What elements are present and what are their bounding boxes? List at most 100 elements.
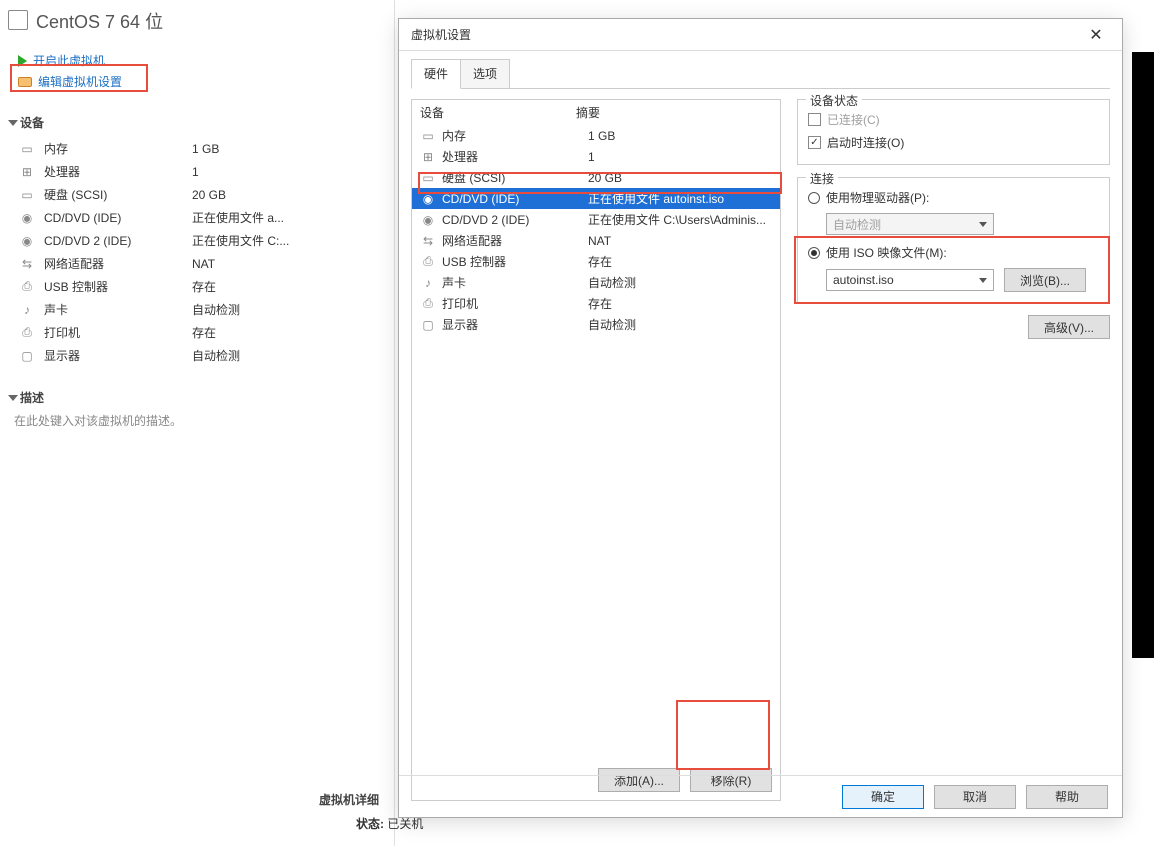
devices-list: 内存 1 GB 处理器 1 硬盘 (SCSI) 20 GB CD/DVD (ID…: [10, 137, 394, 367]
device-row[interactable]: 打印机 存在: [18, 321, 394, 344]
browse-button[interactable]: 浏览(B)...: [1004, 268, 1086, 292]
tab-options[interactable]: 选项: [460, 59, 510, 89]
device-name: 声卡: [44, 301, 184, 318]
device-row[interactable]: 网络适配器 NAT: [18, 252, 394, 275]
hardware-row[interactable]: USB 控制器 存在: [412, 251, 780, 272]
hw-summary: 存在: [588, 295, 772, 312]
hw-summary: 自动检测: [588, 274, 772, 291]
device-icon: [420, 234, 436, 248]
wrench-icon: [18, 77, 32, 87]
dialog-title: 虚拟机设置: [411, 26, 471, 43]
hardware-row[interactable]: CD/DVD (IDE) 正在使用文件 autoinst.iso: [412, 188, 780, 209]
hardware-list-header: 设备 摘要: [412, 100, 780, 125]
device-name: 网络适配器: [44, 255, 184, 272]
power-on-label: 开启此虚拟机: [33, 52, 105, 69]
device-icon: [18, 303, 36, 317]
hardware-list-pane: 设备 摘要 内存 1 GB 处理器 1 硬盘 (SCSI) 20 GB CD/D…: [411, 99, 781, 801]
edit-settings-link[interactable]: 编辑虚拟机设置: [18, 71, 394, 92]
console-area: [1132, 52, 1154, 658]
connection-group: 连接 使用物理驱动器(P): 自动检测 使用 ISO 映像文件(M): auto…: [797, 177, 1110, 303]
hw-summary: 存在: [588, 253, 772, 270]
hw-summary: NAT: [588, 234, 772, 248]
hardware-row[interactable]: 显示器 自动检测: [412, 314, 780, 335]
device-icon: [420, 150, 436, 164]
device-row[interactable]: 内存 1 GB: [18, 137, 394, 160]
hw-name: 网络适配器: [442, 232, 582, 249]
hw-summary: 正在使用文件 C:\Users\Adminis...: [588, 211, 772, 228]
device-value: NAT: [192, 257, 215, 271]
device-row[interactable]: 声卡 自动检测: [18, 298, 394, 321]
device-row[interactable]: CD/DVD 2 (IDE) 正在使用文件 C:...: [18, 229, 394, 252]
cancel-button[interactable]: 取消: [934, 785, 1016, 809]
description-header[interactable]: 描述: [10, 389, 394, 406]
device-icon: [18, 326, 36, 340]
iso-path-combo[interactable]: autoinst.iso: [826, 269, 994, 291]
hw-name: 声卡: [442, 274, 582, 291]
dialog-titlebar[interactable]: 虚拟机设置 ✕: [399, 19, 1122, 51]
ok-button[interactable]: 确定: [842, 785, 924, 809]
dialog-footer: 确定 取消 帮助: [399, 775, 1122, 817]
device-name: 处理器: [44, 163, 184, 180]
close-button[interactable]: ✕: [1076, 21, 1116, 49]
hardware-row[interactable]: 网络适配器 NAT: [412, 230, 780, 251]
device-icon: [18, 165, 36, 179]
power-on-link[interactable]: 开启此虚拟机: [18, 50, 394, 71]
hw-name: 内存: [442, 127, 582, 144]
vm-settings-dialog: 虚拟机设置 ✕ 硬件 选项 设备 摘要 内存 1 GB 处理器 1 硬盘 (SC…: [398, 18, 1123, 818]
hardware-row[interactable]: 声卡 自动检测: [412, 272, 780, 293]
hw-name: CD/DVD (IDE): [442, 192, 582, 206]
device-name: 打印机: [44, 324, 184, 341]
device-value: 1: [192, 165, 199, 179]
device-icon: [18, 257, 36, 271]
devices-header[interactable]: 设备: [10, 114, 394, 131]
hardware-row[interactable]: 内存 1 GB: [412, 125, 780, 146]
advanced-button[interactable]: 高级(V)...: [1028, 315, 1110, 339]
hardware-list[interactable]: 内存 1 GB 处理器 1 硬盘 (SCSI) 20 GB CD/DVD (ID…: [412, 125, 780, 760]
hardware-row[interactable]: 硬盘 (SCSI) 20 GB: [412, 167, 780, 188]
hw-name: USB 控制器: [442, 253, 582, 270]
device-name: 硬盘 (SCSI): [44, 186, 184, 203]
collapse-icon: [8, 120, 18, 126]
device-icon: [420, 213, 436, 227]
vm-summary-panel: CentOS 7 64 位 开启此虚拟机 编辑虚拟机设置 设备 内存 1 GB …: [0, 0, 395, 846]
device-state-legend: 设备状态: [806, 92, 862, 109]
tab-hardware[interactable]: 硬件: [411, 59, 461, 89]
use-iso-radio[interactable]: 使用 ISO 映像文件(M):: [808, 241, 1099, 264]
device-icon: [420, 255, 436, 269]
device-row[interactable]: CD/DVD (IDE) 正在使用文件 a...: [18, 206, 394, 229]
hw-name: 显示器: [442, 316, 582, 333]
hw-summary: 1: [588, 150, 772, 164]
device-name: 内存: [44, 140, 184, 157]
device-row[interactable]: 显示器 自动检测: [18, 344, 394, 367]
device-row[interactable]: USB 控制器 存在: [18, 275, 394, 298]
device-name: CD/DVD (IDE): [44, 211, 184, 225]
hardware-row[interactable]: CD/DVD 2 (IDE) 正在使用文件 C:\Users\Adminis..…: [412, 209, 780, 230]
device-value: 存在: [192, 324, 216, 341]
checkbox-icon: [808, 113, 821, 126]
col-device: 设备: [420, 104, 576, 121]
vm-details-header[interactable]: 虚拟机详细: [315, 791, 379, 808]
device-icon: [18, 280, 36, 294]
device-name: USB 控制器: [44, 278, 184, 295]
hw-summary: 1 GB: [588, 129, 772, 143]
description-placeholder[interactable]: 在此处键入对该虚拟机的描述。: [10, 412, 394, 429]
hw-name: 打印机: [442, 295, 582, 312]
use-physical-radio[interactable]: 使用物理驱动器(P):: [808, 186, 1099, 209]
hw-name: 处理器: [442, 148, 582, 165]
connect-at-start-checkbox[interactable]: ✓ 启动时连接(O): [808, 131, 1099, 154]
hw-name: CD/DVD 2 (IDE): [442, 213, 582, 227]
status-value: 已关机: [387, 817, 423, 831]
device-row[interactable]: 处理器 1: [18, 160, 394, 183]
device-row[interactable]: 硬盘 (SCSI) 20 GB: [18, 183, 394, 206]
hardware-row[interactable]: 处理器 1: [412, 146, 780, 167]
device-value: 正在使用文件 C:...: [192, 232, 289, 249]
physical-drive-combo: 自动检测: [826, 213, 994, 235]
device-name: CD/DVD 2 (IDE): [44, 234, 184, 248]
device-name: 显示器: [44, 347, 184, 364]
play-icon: [18, 55, 27, 67]
help-button[interactable]: 帮助: [1026, 785, 1108, 809]
hw-summary: 20 GB: [588, 171, 772, 185]
device-icon: [18, 234, 36, 248]
hardware-row[interactable]: 打印机 存在: [412, 293, 780, 314]
device-icon: [420, 276, 436, 290]
